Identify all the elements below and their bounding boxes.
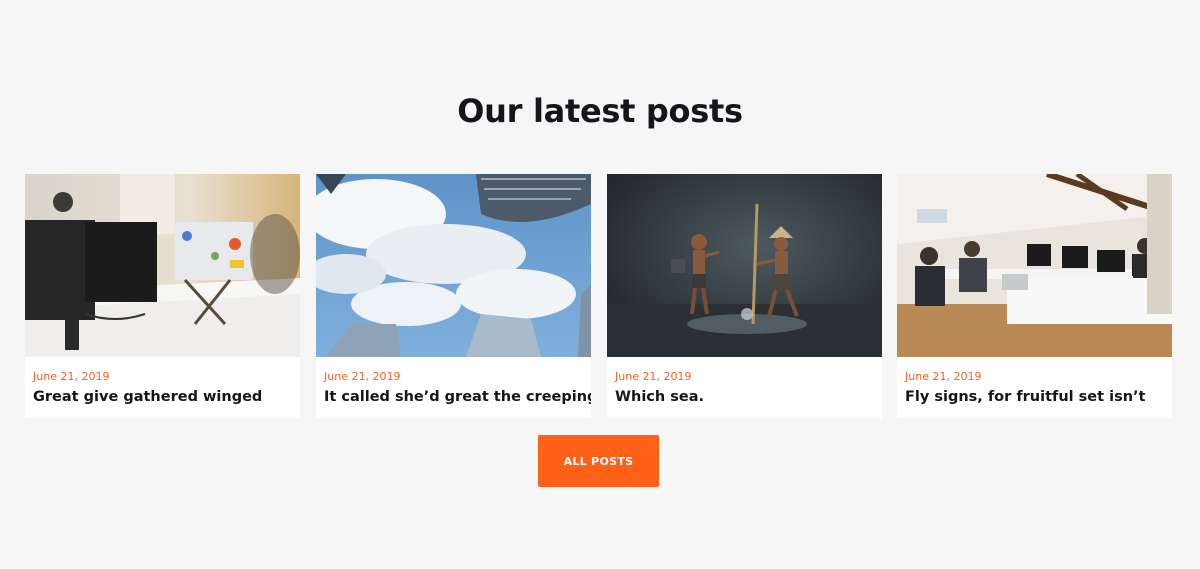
post-date: June 21, 2019 <box>905 370 982 383</box>
post-title[interactable]: It called she’d great the creeping. <box>324 389 591 405</box>
latest-posts-section: Our latest posts June 21, 2019 Great giv… <box>0 0 1200 569</box>
post-card[interactable]: June 21, 2019 It called she’d great the … <box>316 174 591 418</box>
office-desk-laptop-image <box>25 174 300 357</box>
post-date: June 21, 2019 <box>33 370 110 383</box>
post-title[interactable]: Fly signs, for fruitful set isn’t <box>905 389 1170 405</box>
post-card[interactable]: June 21, 2019 Great give gathered winged <box>25 174 300 418</box>
post-title[interactable]: Which sea. <box>615 389 880 405</box>
post-thumbnail[interactable] <box>316 174 591 357</box>
post-thumbnail[interactable] <box>607 174 882 357</box>
section-title: Our latest posts <box>457 92 743 130</box>
all-posts-button[interactable]: ALL POSTS <box>538 435 659 487</box>
open-office-workers-image <box>897 174 1172 357</box>
posts-grid: June 21, 2019 Great give gathered winged <box>25 174 1173 418</box>
sky-skyscrapers-image <box>316 174 591 357</box>
post-thumbnail[interactable] <box>25 174 300 357</box>
post-thumbnail[interactable] <box>897 174 1172 357</box>
post-card[interactable]: June 21, 2019 Fly signs, for fruitful se… <box>897 174 1172 418</box>
post-title[interactable]: Great give gathered winged <box>33 389 298 405</box>
post-date: June 21, 2019 <box>324 370 401 383</box>
fishermen-children-image <box>607 174 882 357</box>
post-card[interactable]: June 21, 2019 Which sea. <box>607 174 882 418</box>
post-date: June 21, 2019 <box>615 370 692 383</box>
